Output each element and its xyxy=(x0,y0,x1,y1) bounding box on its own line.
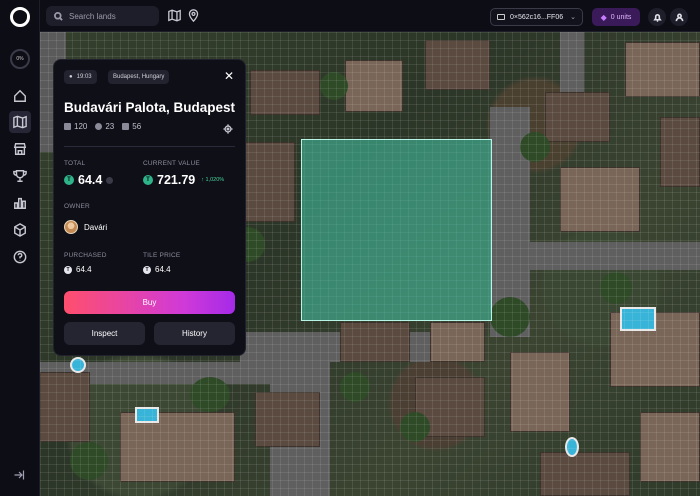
wallet-button[interactable]: 0×562c16...FF06 ⌄ xyxy=(490,8,583,26)
top-bar: 0×562c16...FF06 ⌄ ◆ 0 units xyxy=(40,0,700,32)
history-button[interactable]: History xyxy=(154,322,235,345)
current-value: T 721.79 ↑ 1,020% xyxy=(143,173,224,187)
units-button[interactable]: ◆ 0 units xyxy=(592,8,640,26)
locate-icon[interactable] xyxy=(223,121,233,139)
location-pin-icon: ● xyxy=(69,74,73,80)
token-icon: T xyxy=(143,265,151,274)
expand-sidebar-icon[interactable] xyxy=(13,468,25,486)
time-chip: ● 19:03 xyxy=(64,70,97,84)
purchased-amount: 64.4 xyxy=(76,265,92,274)
total-value: T 64.4 xyxy=(64,173,114,187)
owner-label: OWNER xyxy=(64,203,90,210)
cube-icon[interactable] xyxy=(12,222,28,238)
blocks-icon xyxy=(122,123,130,130)
profile-button[interactable] xyxy=(670,8,688,26)
close-icon[interactable]: ✕ xyxy=(224,70,234,82)
wallet-address: 0×562c16...FF06 xyxy=(510,13,564,21)
purchased-label: PURCHASED xyxy=(64,252,107,259)
chevron-down-icon: ⌄ xyxy=(570,14,576,21)
user-icon xyxy=(675,13,683,21)
units-label: 0 units xyxy=(610,13,632,21)
sidebar: 0% xyxy=(0,0,40,496)
inspect-button[interactable]: Inspect xyxy=(64,322,145,345)
progress-ring: 0% xyxy=(10,49,30,69)
total-label: TOTAL xyxy=(64,160,86,167)
wallet-icon xyxy=(497,14,505,20)
tile-price-label: TILE PRICE xyxy=(143,252,181,259)
time-label: 19:03 xyxy=(76,74,92,80)
owner-row[interactable]: Davári xyxy=(64,220,107,234)
blocks-stat: 56 xyxy=(122,122,141,131)
location-pin-icon[interactable] xyxy=(187,9,200,23)
value-change: ↑ 1,020% xyxy=(201,177,225,183)
notifications-button[interactable] xyxy=(648,8,666,26)
purchased-value: T 64.4 xyxy=(64,265,92,274)
divider xyxy=(64,146,235,147)
search-box[interactable] xyxy=(46,6,159,26)
tiles-stat: 120 xyxy=(64,122,87,131)
info-icon[interactable] xyxy=(106,176,114,184)
owners-icon xyxy=(95,123,103,130)
map-view-icon[interactable] xyxy=(168,9,181,22)
trophy-icon[interactable] xyxy=(12,168,28,184)
tile-price-amount: 64.4 xyxy=(155,265,171,274)
gem-icon: ◆ xyxy=(600,12,607,22)
token-icon: T xyxy=(64,175,74,185)
home-icon[interactable] xyxy=(12,88,28,104)
tiles-icon xyxy=(64,123,71,130)
owner-name: Davári xyxy=(84,222,108,232)
buy-button[interactable]: Buy xyxy=(64,291,235,314)
land-title: Budavári Palota, Budapest xyxy=(64,100,236,115)
token-icon: T xyxy=(143,175,153,185)
location-label: Budapest, Hungary xyxy=(113,74,165,80)
search-input[interactable] xyxy=(69,11,157,21)
location-chip: Budapest, Hungary xyxy=(108,70,170,84)
tile-price-value: T 64.4 xyxy=(143,265,171,274)
selected-land-area[interactable] xyxy=(301,139,492,321)
help-icon[interactable] xyxy=(12,249,28,265)
map-icon[interactable] xyxy=(9,111,31,133)
token-icon: T xyxy=(64,265,72,274)
owners-stat: 23 xyxy=(95,122,114,131)
total-amount: 64.4 xyxy=(78,173,103,187)
land-info-panel: ● 19:03 Budapest, Hungary ✕ Budavári Pal… xyxy=(53,59,246,356)
chart-icon[interactable] xyxy=(12,195,28,211)
store-icon[interactable] xyxy=(12,141,28,157)
search-icon xyxy=(54,11,63,21)
current-amount: 721.79 xyxy=(157,173,196,187)
avatar xyxy=(64,220,78,234)
app-logo[interactable] xyxy=(10,7,30,27)
current-value-label: CURRENT VALUE xyxy=(143,160,200,167)
land-stats: 120 23 56 xyxy=(64,122,141,131)
bell-icon xyxy=(652,13,662,22)
